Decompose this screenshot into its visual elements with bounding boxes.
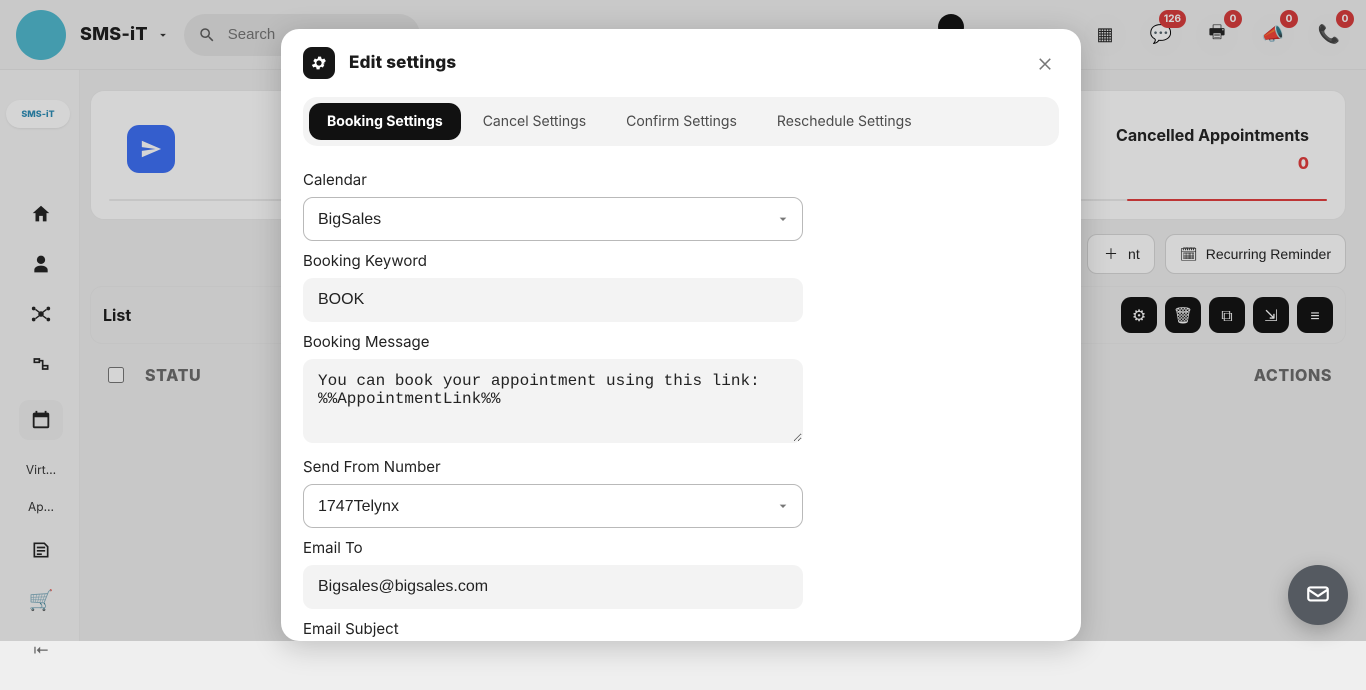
tab-cancel[interactable]: Cancel Settings [465,103,604,140]
label-send-from: Send From Number [303,457,1059,476]
label-calendar: Calendar [303,170,1059,189]
modal-tabs: Booking Settings Cancel Settings Confirm… [303,97,1059,146]
edit-settings-modal: Edit settings Booking Settings Cancel Se… [281,29,1081,641]
label-email-subject: Email Subject [303,619,1059,638]
calendar-select[interactable]: BigSales [303,197,803,241]
label-email-to: Email To [303,538,1059,557]
gear-icon [303,47,335,79]
chevron-down-icon [775,211,791,227]
booking-keyword-input[interactable] [303,278,803,322]
tab-confirm[interactable]: Confirm Settings [608,103,755,140]
close-icon[interactable] [1031,49,1059,77]
label-booking-keyword: Booking Keyword [303,251,1059,270]
modal-header: Edit settings [281,29,1081,97]
chevron-down-icon [775,498,791,514]
tab-reschedule[interactable]: Reschedule Settings [759,103,930,140]
modal-body: Calendar BigSales Booking Keyword Bookin… [281,146,1081,641]
modal-title: Edit settings [349,53,456,73]
label-booking-message: Booking Message [303,332,1059,351]
chat-widget[interactable] [1288,565,1348,625]
booking-message-input[interactable]: You can book your appointment using this… [303,359,803,443]
tab-booking[interactable]: Booking Settings [309,103,461,140]
send-from-select[interactable]: 1747Telynx [303,484,803,528]
email-to-input[interactable] [303,565,803,609]
